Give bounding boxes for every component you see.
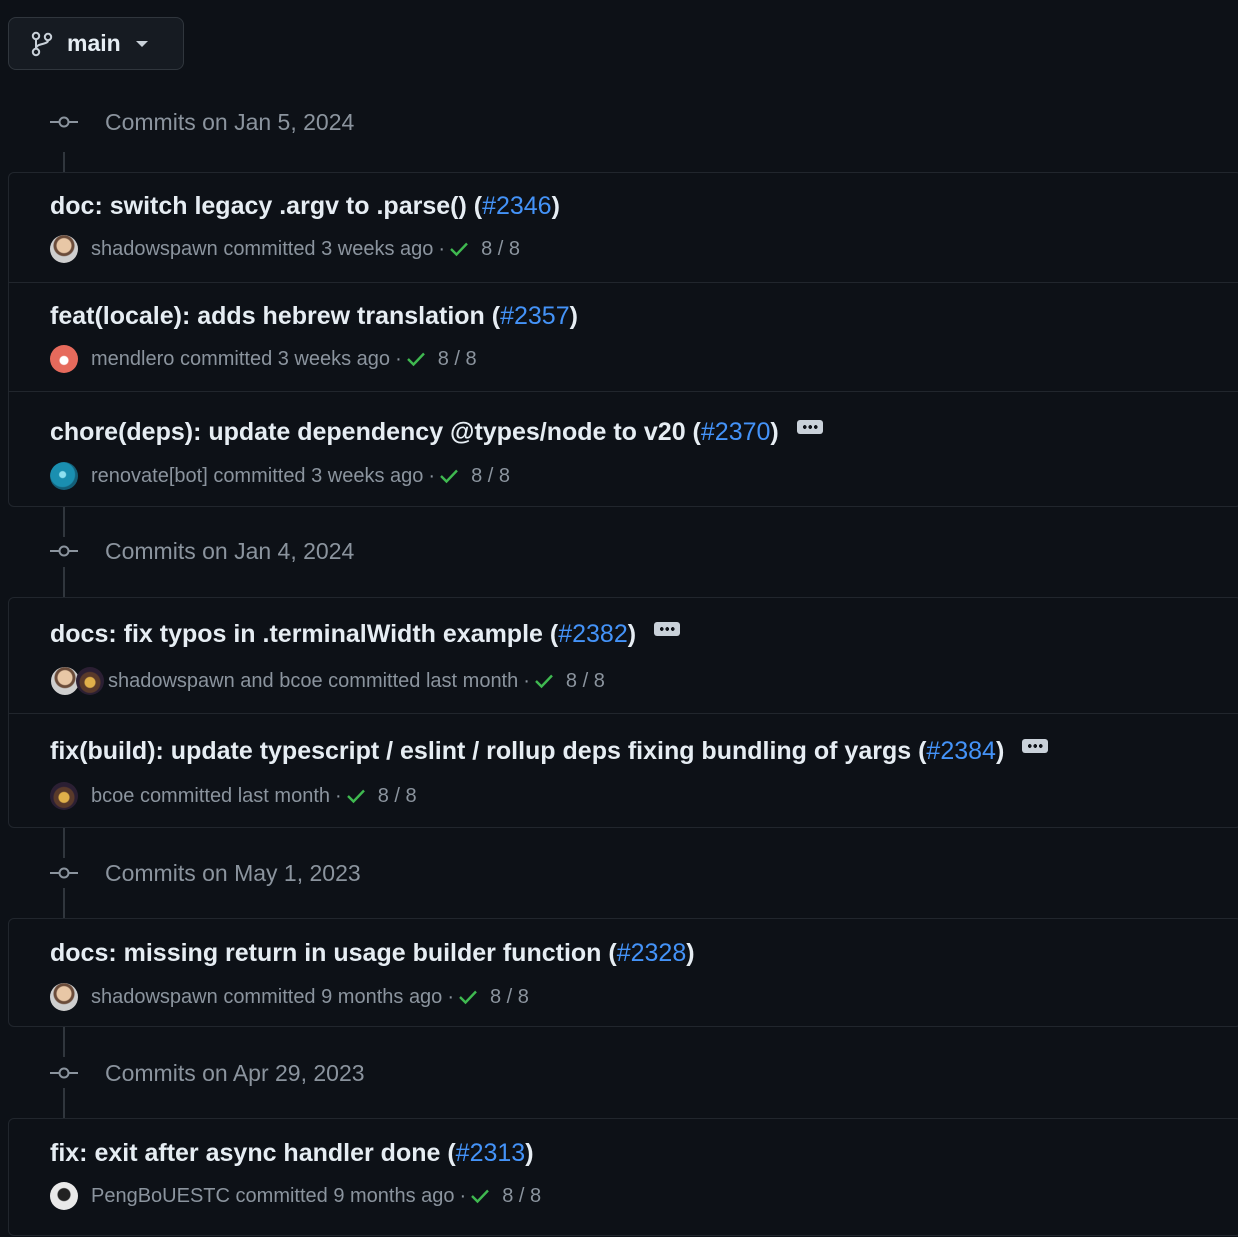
commit-message[interactable]: feat(locale): adds hebrew translation (#… [50, 302, 578, 331]
pr-link[interactable]: #2370 [701, 418, 771, 447]
commit-row[interactable]: fix: exit after async handler done (#231… [9, 1119, 1238, 1237]
git-branch-icon [31, 31, 53, 57]
committed-time: committed 9 months ago [235, 1184, 455, 1207]
avatar[interactable] [50, 235, 78, 263]
commit-day-title: Commits on Jan 4, 2024 [105, 537, 355, 564]
author-link[interactable]: bcoe [91, 785, 134, 808]
pr-link[interactable]: #2313 [456, 1139, 526, 1168]
avatar[interactable] [50, 782, 78, 810]
avatar[interactable] [50, 983, 78, 1011]
commit-row[interactable]: doc: switch legacy .argv to .parse() (#2… [9, 173, 1238, 282]
commit-message[interactable]: doc: switch legacy .argv to .parse() (#2… [50, 192, 560, 221]
author-link[interactable]: mendlero [91, 348, 174, 371]
timeline-connector [63, 1088, 65, 1118]
commit-group: docs: missing return in usage builder fu… [8, 918, 1238, 1027]
checks-count[interactable]: 8 / 8 [438, 348, 477, 371]
commit-group: docs: fix typos in .terminalWidth exampl… [8, 597, 1238, 828]
commit-meta: shadowspawn committed 9 months ago · 8 /… [50, 983, 529, 1011]
committed-time: committed last month [328, 669, 519, 692]
author-link[interactable]: shadowspawn and bcoe [108, 670, 323, 693]
commit-message[interactable]: docs: fix typos in .terminalWidth exampl… [50, 620, 681, 649]
commit-row[interactable]: fix(build): update typescript / eslint /… [9, 713, 1238, 829]
commit-meta: mendlero committed 3 weeks ago · 8 / 8 [50, 345, 477, 373]
commit-meta: shadowspawn and bcoe committed last mont… [50, 666, 605, 696]
check-icon[interactable] [439, 468, 459, 484]
author-link[interactable]: shadowspawn [91, 238, 218, 261]
expand-description-button[interactable] [654, 621, 681, 636]
commit-day-title: Commits on Apr 29, 2023 [105, 1059, 365, 1086]
check-icon[interactable] [470, 1188, 490, 1204]
timeline-connector [63, 567, 65, 597]
commit-group: doc: switch legacy .argv to .parse() (#2… [8, 172, 1238, 507]
pr-link[interactable]: #2384 [926, 737, 996, 766]
commit-day-header: Commits on Jan 5, 2024 [0, 102, 1238, 142]
checks-count[interactable]: 8 / 8 [490, 986, 529, 1009]
commit-row[interactable]: docs: fix typos in .terminalWidth exampl… [9, 598, 1238, 713]
avatar[interactable] [50, 345, 78, 373]
author-link[interactable]: renovate[bot] [91, 465, 208, 488]
commit-node-icon [50, 1067, 78, 1079]
commit-meta: renovate[bot] committed 3 weeks ago · 8 … [50, 462, 510, 490]
check-icon[interactable] [449, 241, 469, 257]
checks-count[interactable]: 8 / 8 [566, 670, 605, 693]
avatar[interactable] [50, 1182, 78, 1210]
committed-time: committed 3 weeks ago [213, 464, 424, 487]
branch-selector-button[interactable]: main [8, 17, 184, 70]
checks-count[interactable]: 8 / 8 [502, 1185, 541, 1208]
pr-link[interactable]: #2382 [558, 620, 628, 649]
check-icon[interactable] [534, 673, 554, 689]
commit-row[interactable]: chore(deps): update dependency @types/no… [9, 391, 1238, 508]
commit-day-title: Commits on May 1, 2023 [105, 859, 361, 886]
expand-description-button[interactable] [1022, 738, 1049, 753]
checks-count[interactable]: 8 / 8 [471, 465, 510, 488]
commit-day-header: Commits on Jan 4, 2024 [0, 531, 1238, 571]
commit-row[interactable]: docs: missing return in usage builder fu… [9, 919, 1238, 1028]
commit-node-icon [50, 545, 78, 557]
chevron-down-icon [135, 40, 149, 48]
branch-name: main [67, 30, 121, 56]
expand-description-button[interactable] [796, 419, 823, 434]
commit-meta: bcoe committed last month · 8 / 8 [50, 782, 417, 810]
commit-meta: shadowspawn committed 3 weeks ago · 8 / … [50, 235, 520, 263]
commit-day-header: Commits on Apr 29, 2023 [0, 1053, 1238, 1093]
commit-node-icon [50, 867, 78, 879]
author-link[interactable]: shadowspawn [91, 986, 218, 1009]
commit-message[interactable]: docs: missing return in usage builder fu… [50, 939, 695, 968]
pr-link[interactable]: #2328 [617, 939, 687, 968]
commit-day-header: Commits on May 1, 2023 [0, 853, 1238, 893]
commit-row[interactable]: feat(locale): adds hebrew translation (#… [9, 282, 1238, 391]
timeline-connector [63, 888, 65, 918]
checks-count[interactable]: 8 / 8 [481, 238, 520, 261]
check-icon[interactable] [458, 989, 478, 1005]
committed-time: committed 9 months ago [223, 985, 443, 1008]
pr-link[interactable]: #2357 [500, 302, 570, 331]
checks-count[interactable]: 8 / 8 [378, 785, 417, 808]
check-icon[interactable] [406, 351, 426, 367]
commit-meta: PengBoUESTC committed 9 months ago · 8 /… [50, 1182, 541, 1210]
timeline-connector [63, 152, 65, 172]
avatar[interactable] [76, 667, 104, 695]
check-icon[interactable] [346, 788, 366, 804]
committed-time: committed last month [139, 784, 331, 807]
committed-time: committed 3 weeks ago [179, 347, 391, 370]
commit-node-icon [50, 116, 78, 128]
commit-group: fix: exit after async handler done (#231… [8, 1118, 1238, 1236]
commit-message[interactable]: fix(build): update typescript / eslint /… [50, 737, 1049, 766]
commit-message[interactable]: chore(deps): update dependency @types/no… [50, 418, 823, 447]
commit-message[interactable]: fix: exit after async handler done (#231… [50, 1139, 534, 1168]
avatar[interactable] [50, 462, 78, 490]
committed-time: committed 3 weeks ago [223, 237, 434, 260]
commit-day-title: Commits on Jan 5, 2024 [105, 108, 355, 135]
pr-link[interactable]: #2346 [482, 192, 552, 221]
author-link[interactable]: PengBoUESTC [91, 1185, 230, 1208]
